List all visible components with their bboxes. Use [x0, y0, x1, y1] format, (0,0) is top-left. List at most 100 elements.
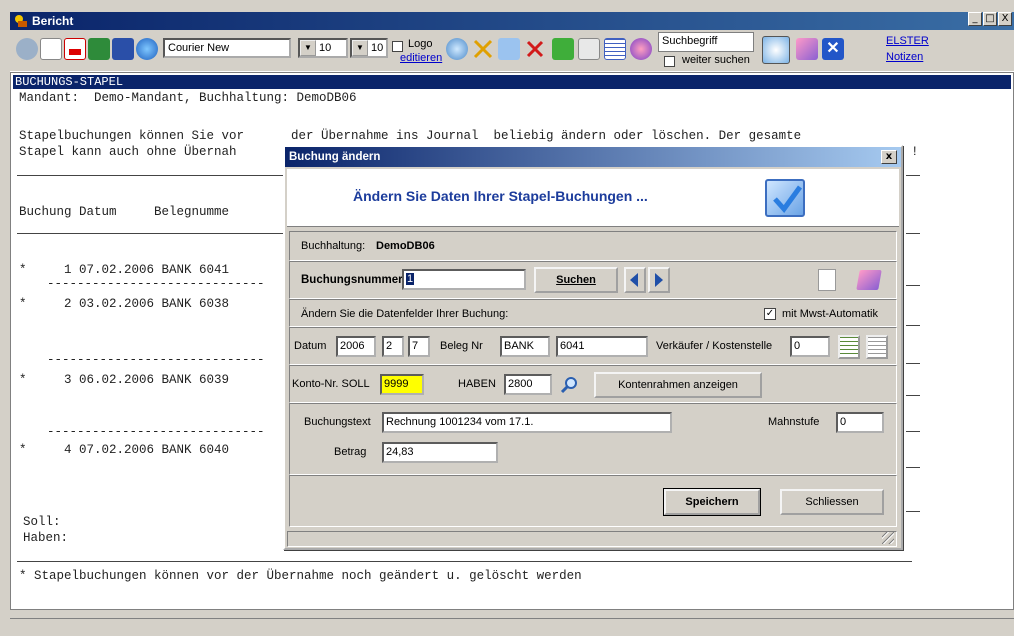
button-section: Speichern Schliessen — [289, 475, 897, 527]
column-header: Buchung Datum Belegnumme — [19, 205, 230, 219]
soll-label: Soll: — [23, 515, 61, 529]
list-icon[interactable] — [838, 335, 860, 359]
font-name-select[interactable]: Courier New — [163, 38, 291, 58]
dunning-level-input[interactable]: 0 — [836, 412, 884, 433]
divider — [906, 175, 920, 176]
beleg-number-input[interactable]: 6041 — [556, 336, 648, 357]
date-year-input[interactable]: 2006 — [336, 336, 376, 357]
table-row[interactable]: * 3 06.02.2006 BANK 6039 — [19, 373, 229, 388]
datum-label: Datum — [294, 340, 327, 352]
divider — [906, 325, 920, 326]
chart-of-accounts-button[interactable]: Kontenrahmen anzeigen — [594, 372, 762, 398]
tools-icon[interactable] — [472, 38, 494, 60]
internet-explorer-icon[interactable] — [136, 38, 158, 60]
table-row[interactable]: * 4 07.02.2006 BANK 6040 — [19, 443, 229, 458]
booking-number-input[interactable]: 1 — [402, 269, 526, 290]
mwst-checkbox[interactable]: ✓ — [764, 308, 776, 320]
date-day-input[interactable]: 7 — [408, 336, 430, 357]
font-size-select[interactable]: ▼ 10 — [298, 38, 348, 58]
magnifier-icon[interactable] — [446, 38, 468, 60]
buchungstext-label: Buchungstext — [304, 416, 371, 428]
dropdown-arrow-icon[interactable]: ▼ — [300, 40, 316, 56]
checkmark-icon: ✓ — [765, 308, 775, 319]
close-dialog-button[interactable]: Schliessen — [780, 489, 884, 515]
divider — [17, 561, 912, 562]
elster-link[interactable]: ELSTER — [886, 35, 929, 47]
buchhaltung-value: DemoDB06 — [376, 240, 435, 252]
table-row[interactable]: * 2 03.02.2006 BANK 6038 — [19, 297, 229, 312]
save-button[interactable]: Speichern — [663, 488, 761, 516]
resize-grip-icon[interactable] — [882, 532, 894, 544]
table-row[interactable]: * 1 07.02.2006 BANK 6041 — [19, 263, 229, 278]
dropdown-arrow-icon[interactable]: ▼ — [352, 40, 368, 56]
font-name-value: Courier New — [168, 42, 230, 54]
next-icon[interactable] — [648, 267, 670, 293]
info-line-2-right: ! — [911, 145, 919, 159]
amount-input[interactable]: 24,83 — [382, 442, 498, 463]
notes-link[interactable]: Notizen — [886, 51, 923, 63]
window-titlebar[interactable]: Bericht — [10, 12, 1014, 30]
previous-icon[interactable] — [624, 267, 646, 293]
pdf-icon[interactable] — [64, 38, 86, 60]
word-icon[interactable] — [112, 38, 134, 60]
continue-search-checkbox[interactable] — [664, 56, 675, 67]
beleg-prefix-input[interactable]: BANK — [500, 336, 550, 357]
close-button[interactable]: X — [998, 12, 1012, 26]
search-icon[interactable] — [762, 36, 790, 64]
edit-logo-link[interactable]: editieren — [400, 52, 442, 64]
row-separator: ----------------------------- — [47, 277, 265, 291]
continue-search-label: weiter suchen — [682, 54, 750, 66]
debit-account-input[interactable]: 9999 — [380, 374, 424, 395]
table-icon[interactable] — [604, 38, 626, 60]
search-booking-button[interactable]: Suchen — [534, 267, 618, 293]
close-report-icon[interactable]: ✕ — [822, 38, 844, 60]
edit-fields-label: Ändern Sie die Datenfelder Ihrer Buchung… — [301, 308, 509, 320]
excel-icon[interactable] — [88, 38, 110, 60]
book-icon[interactable] — [856, 270, 882, 290]
booking-number-value: 1 — [406, 273, 415, 285]
search-icon[interactable] — [560, 376, 578, 394]
dialog-titlebar[interactable]: Buchung ändern x — [285, 147, 901, 167]
grid-icon[interactable] — [866, 335, 888, 359]
footer-note: * Stapelbuchungen können vor der Übernah… — [19, 569, 582, 583]
search-input[interactable]: Suchbegriff — [658, 32, 754, 52]
book-icon[interactable] — [796, 38, 818, 60]
globe-icon[interactable] — [630, 38, 652, 60]
main-window: Bericht _ □ X Courier New ▼ 10 ▼ 10 Logo… — [0, 0, 1014, 636]
dialog-close-button[interactable]: x — [881, 150, 897, 164]
logo-checkbox[interactable] — [392, 41, 403, 52]
account-section: Konto-Nr. SOLL 9999 HABEN 2800 Kontenrah… — [289, 365, 897, 403]
users-icon[interactable] — [16, 38, 38, 60]
info-line-2-left: Stapel kann auch ohne Übernah — [19, 145, 237, 159]
banner-text: Ändern Sie Daten Ihrer Stapel-Buchungen … — [353, 188, 648, 204]
betrag-label: Betrag — [334, 446, 367, 458]
checkmark-icon[interactable] — [498, 38, 520, 60]
delete-icon[interactable] — [524, 38, 546, 60]
date-month-input[interactable]: 2 — [382, 336, 404, 357]
booking-text-input[interactable]: Rechnung 1001234 vom 17.1. — [382, 412, 672, 433]
document-icon[interactable] — [818, 269, 836, 291]
divider — [906, 467, 920, 468]
date-section: Datum 2006 2 7 Beleg Nr BANK 6041 Verkäu… — [289, 327, 897, 365]
font-size-value-2: 10 — [371, 42, 384, 54]
font-size-select-2[interactable]: ▼ 10 — [350, 38, 388, 58]
refresh-icon[interactable] — [552, 38, 574, 60]
haben-label: HABEN — [458, 378, 496, 390]
credit-account-input[interactable]: 2800 — [504, 374, 552, 395]
cost-center-input[interactable]: 0 — [790, 336, 830, 357]
haben-label: Haben: — [23, 531, 69, 545]
edit-booking-dialog[interactable]: Buchung ändern x Ändern Sie Daten Ihrer … — [283, 145, 903, 550]
verkaeufer-label: Verkäufer / Kostenstelle — [656, 340, 773, 352]
report-header: BUCHUNGS-STAPEL — [13, 75, 1011, 89]
minimize-button[interactable]: _ — [968, 12, 982, 26]
divider — [906, 285, 920, 286]
divider — [17, 233, 287, 234]
save-button-label: Speichern — [685, 496, 739, 508]
mandant-line: Mandant: Demo-Mandant, Buchhaltung: Demo… — [19, 91, 357, 105]
dialog-title: Buchung ändern — [289, 151, 381, 163]
row-separator: ----------------------------- — [47, 353, 265, 367]
calculator-icon[interactable] — [578, 38, 600, 60]
mahnstufe-label: Mahnstufe — [768, 416, 820, 428]
new-document-icon[interactable] — [40, 38, 62, 60]
maximize-button[interactable]: □ — [983, 12, 997, 26]
